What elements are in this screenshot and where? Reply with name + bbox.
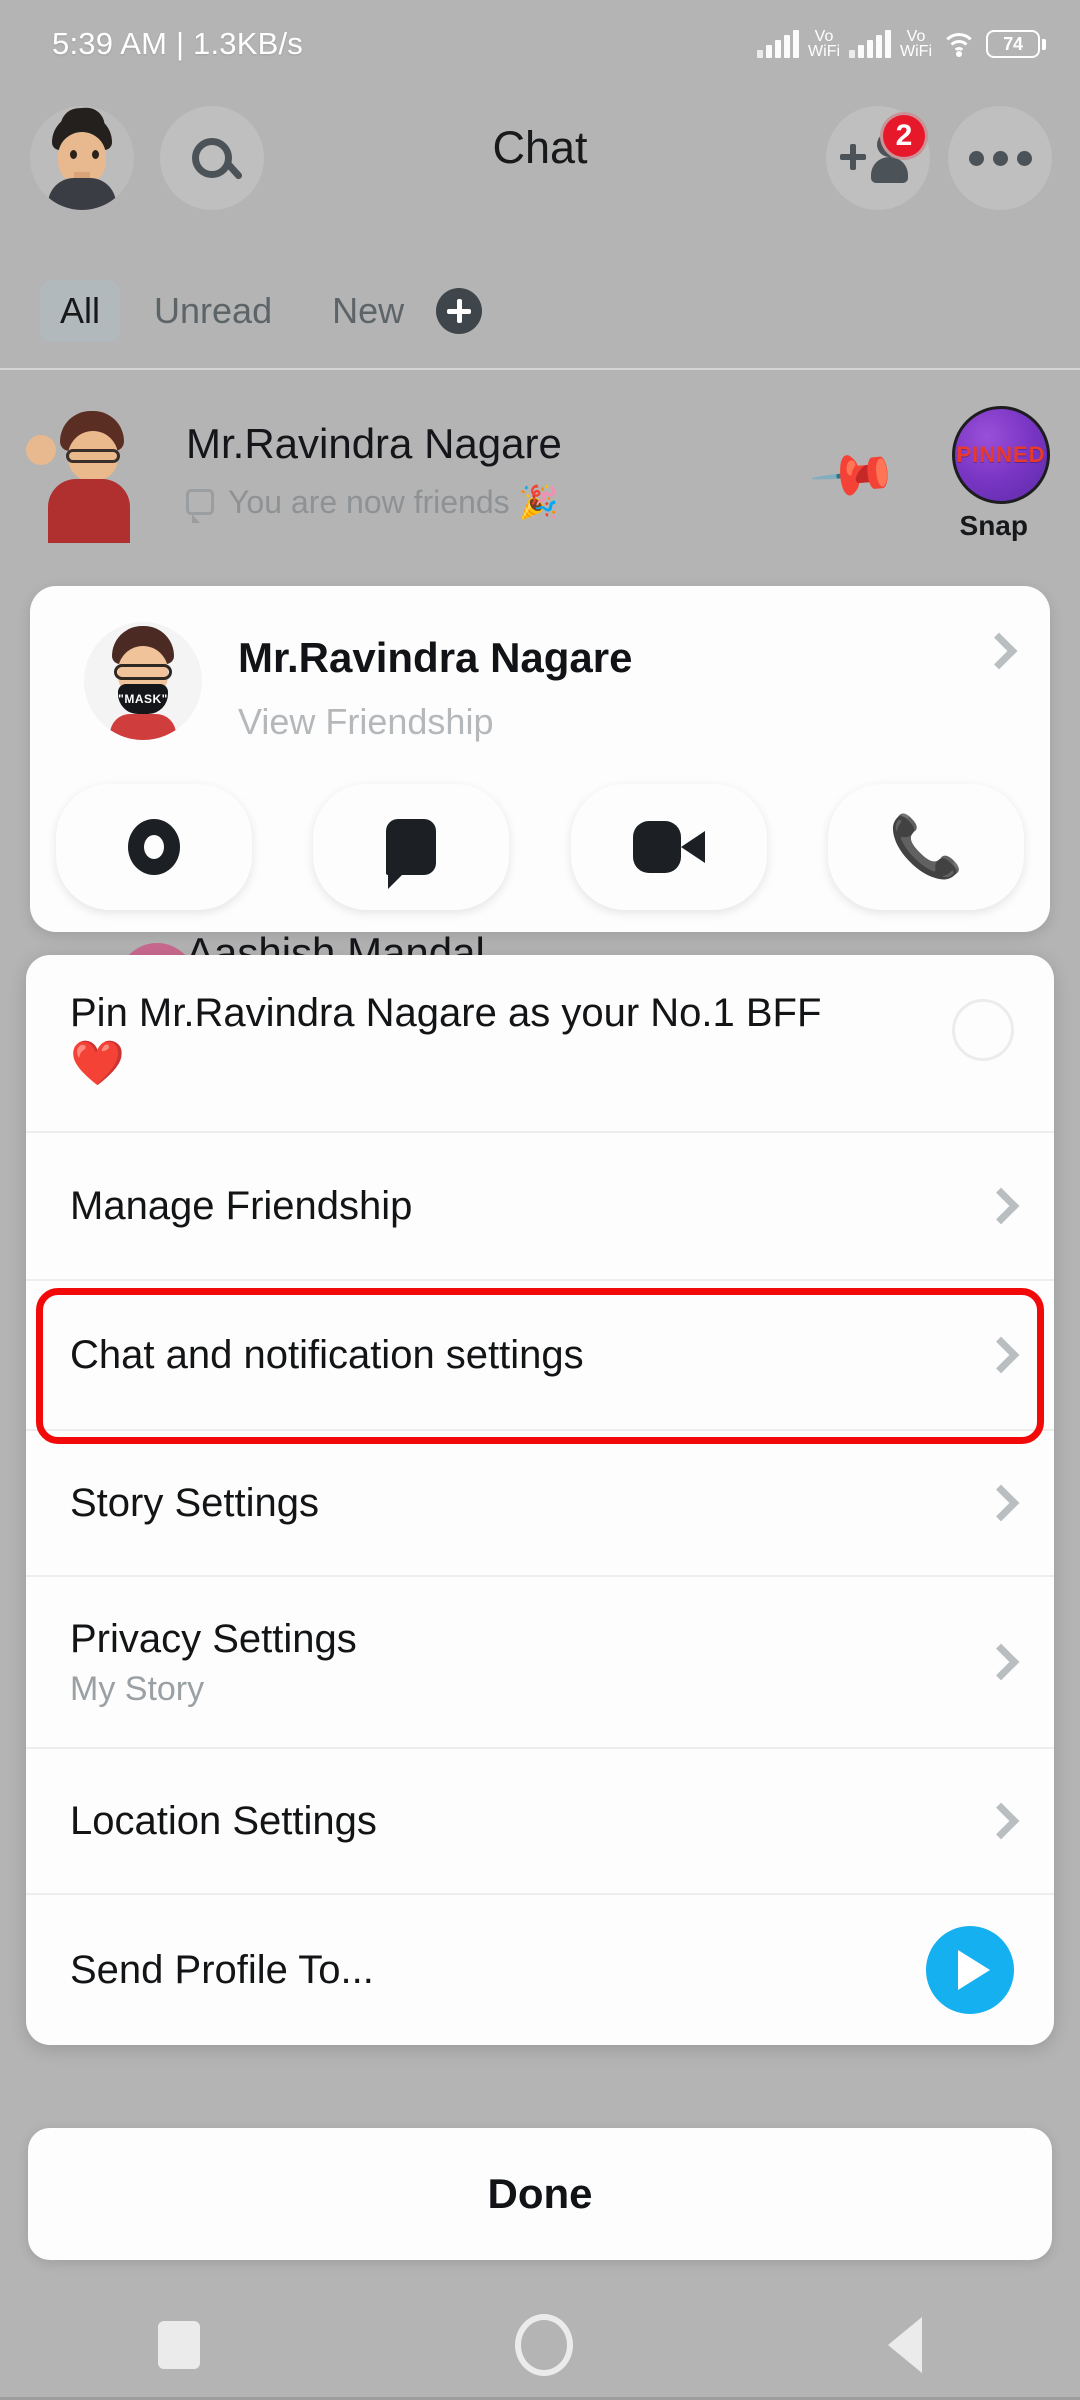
chat-row-name: Mr.Ravindra Nagare [186,420,562,467]
avatar-mask-text: "MASK" [118,684,168,714]
view-friendship-link[interactable]: View Friendship [238,701,493,743]
phone-screen: 5:39 AM | 1.3KB/s Vo WiFi Vo WiFi 74 Cha… [0,0,1080,2400]
action-sheet: Pin Mr.Ravindra Nagare as your No.1 BFF … [26,955,1054,2045]
tab-unread[interactable]: Unread [134,280,292,342]
friend-card-actions: 📞 [56,782,1024,912]
battery-percent-label: 74 [986,30,1040,58]
chevron-right-icon [982,1187,1020,1225]
plus-circle-icon[interactable] [436,288,483,334]
app-bar: Chat 2 [0,88,1080,228]
done-button[interactable]: Done [28,2128,1052,2260]
menu-item-label: Send Profile To... [70,1947,374,1992]
menu-item-label: Chat and notification settings [70,1332,584,1377]
status-bar: 5:39 AM | 1.3KB/s Vo WiFi Vo WiFi 74 [0,0,1080,88]
signal-bars-sim1-icon [757,29,800,58]
back-triangle-icon[interactable] [888,2317,923,2373]
camera-button[interactable] [56,784,252,910]
chevron-right-icon [982,1643,1020,1681]
menu-item-label: Manage Friendship [70,1183,413,1228]
menu-item-privacy-settings[interactable]: Privacy Settings My Story [26,1577,1054,1749]
menu-item-pin-bff[interactable]: Pin Mr.Ravindra Nagare as your No.1 BFF … [26,955,1054,1133]
divider [0,368,1080,370]
chat-bubble-icon [386,819,437,889]
chat-filter-tabs: All Unread New [0,255,1080,367]
chat-bubble-icon [186,489,214,523]
menu-item-chat-notification-settings[interactable]: Chat and notification settings [26,1281,1054,1431]
menu-item-label: Story Settings [70,1480,320,1525]
chat-row-subtitle: You are now friends 🎉 [186,483,559,523]
android-nav-bar [0,2290,1080,2400]
chevron-right-icon[interactable] [980,632,1018,670]
menu-item-label: Location Settings [70,1798,377,1843]
add-friend-button[interactable]: 2 [826,106,930,210]
menu-item-label: Privacy Settings [70,1617,357,1662]
wifi-icon [941,31,977,58]
battery-icon: 74 [986,30,1046,58]
send-arrow-icon [958,1950,990,1990]
vowifi-line2-sim1: WiFi [808,43,841,60]
avatar [22,407,154,543]
more-options-button[interactable] [948,106,1052,210]
heart-icon: ❤️ [70,1038,125,1088]
menu-item-location-settings[interactable]: Location Settings [26,1749,1054,1895]
video-call-button[interactable] [570,784,767,910]
camera-icon [128,819,180,875]
vowifi-line2-sim2: WiFi [900,43,932,60]
voice-call-button[interactable]: 📞 [827,784,1024,910]
chat-list-row[interactable]: Mr.Ravindra Nagare You are now friends 🎉 [0,395,1080,555]
avatar: "MASK" [84,622,202,740]
add-friend-badge: 2 [880,112,928,160]
snap-thumbnail[interactable]: PINNED [952,406,1050,504]
friendship-card: "MASK" Mr.Ravindra Nagare View Friendshi… [30,586,1050,932]
tab-new[interactable]: New [312,280,424,342]
pinned-label: PINNED [956,442,1046,467]
vowifi-line1-sim2: Vo [906,28,926,45]
recents-square-icon[interactable] [157,2321,200,2369]
phone-icon: 📞 [888,813,964,880]
chat-button[interactable] [313,784,510,910]
status-time-and-speed: 5:39 AM | 1.3KB/s [52,26,303,61]
bff-radio-circle[interactable] [952,999,1014,1061]
snap-caption: Snap [959,510,1028,541]
menu-item-manage-friendship[interactable]: Manage Friendship [26,1133,1054,1281]
chevron-right-icon [982,1336,1020,1374]
more-options-icon [968,150,1032,166]
chevron-right-icon [982,1802,1020,1840]
tab-all[interactable]: All [40,280,121,342]
chevron-right-icon [982,1484,1020,1522]
menu-item-story-settings[interactable]: Story Settings [26,1431,1054,1577]
signal-bars-sim2-icon [849,29,892,58]
vowifi-label-sim1: Vo WiFi [808,28,841,60]
friend-name: Mr.Ravindra Nagare [238,634,633,681]
menu-item-sublabel: My Story [70,1669,205,1708]
vowifi-label-sim2: Vo WiFi [900,28,932,60]
send-button[interactable] [926,1926,1014,2014]
chat-row-subtitle-text: You are now friends 🎉 [228,484,559,520]
vowifi-line1-sim1: Vo [814,28,834,45]
video-camera-icon [632,821,705,873]
menu-item-label: Pin Mr.Ravindra Nagare as your No.1 BFF [70,991,822,1035]
menu-item-send-profile[interactable]: Send Profile To... [26,1895,1054,2045]
home-circle-icon[interactable] [514,2314,573,2376]
